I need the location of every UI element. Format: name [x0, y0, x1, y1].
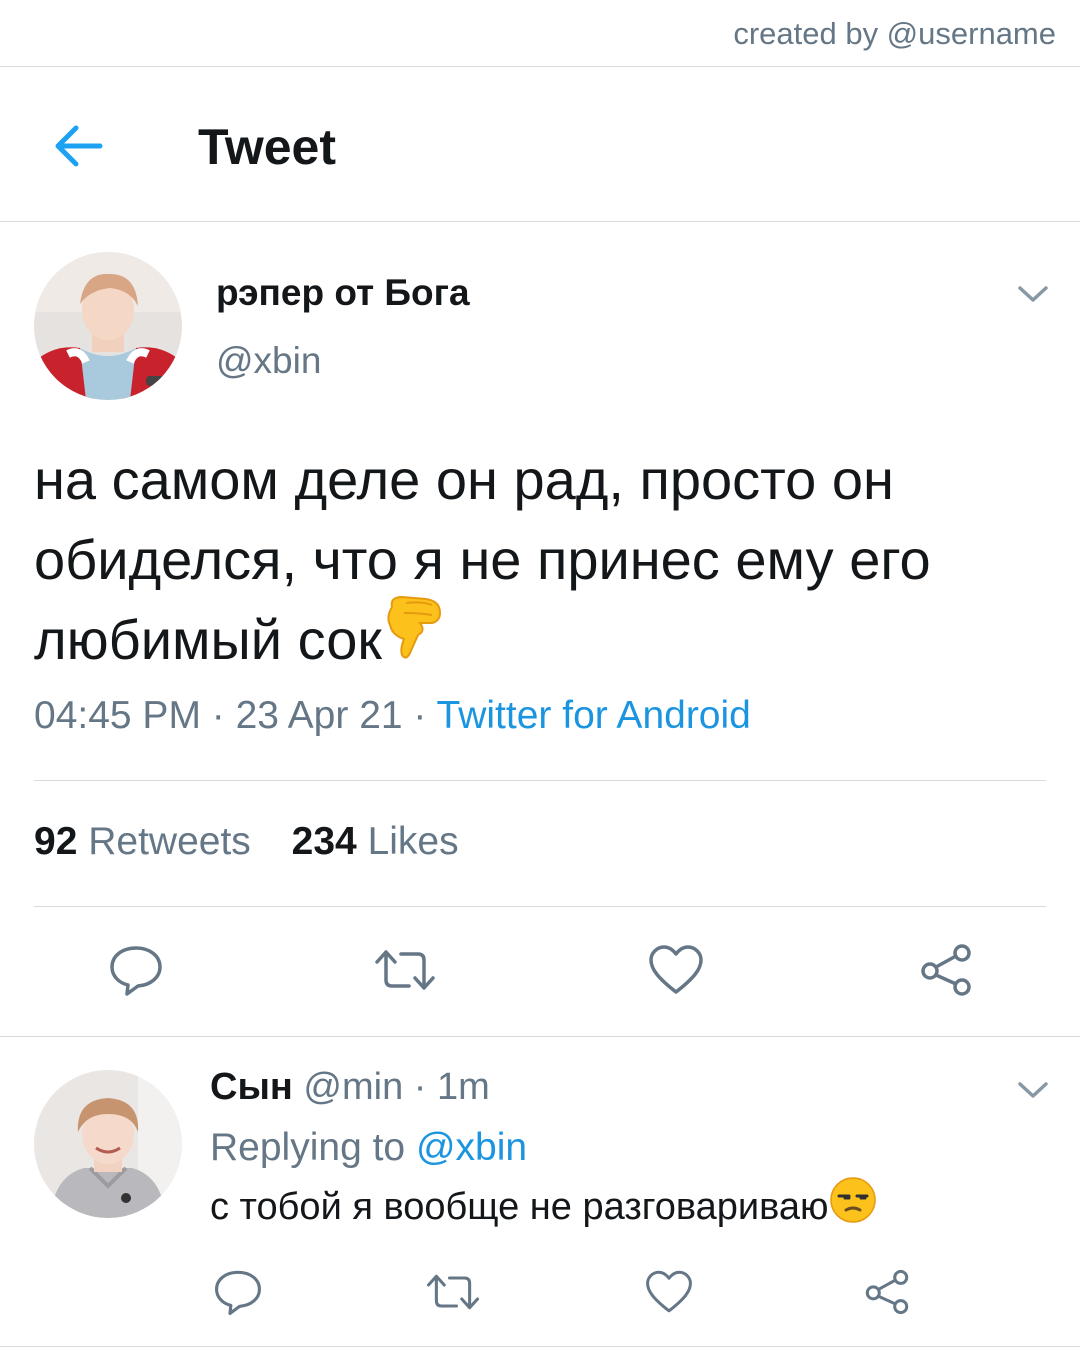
retweets-count: 92 [34, 820, 78, 863]
arrow-left-icon [55, 125, 103, 167]
top-app-bar: Tweet [0, 68, 1080, 222]
reply-text: с тобой я вообще не разговариваю [210, 1177, 877, 1234]
tweet-text-line-end: любимый сок [34, 608, 382, 671]
replying-to-label: Replying to [210, 1126, 406, 1169]
chevron-down-icon [1018, 286, 1048, 302]
divider [0, 1036, 1080, 1037]
tweet-stats: 92 Retweets 234 Likes [34, 820, 489, 864]
reply-reply-button[interactable] [210, 1266, 266, 1318]
retweet-icon [375, 950, 435, 990]
reply-header: Сын @min · 1m [210, 1066, 490, 1108]
reply-retweet-button[interactable] [424, 1266, 482, 1318]
credit-label: created by @username [733, 16, 1056, 51]
unamused-face-icon [829, 1177, 877, 1234]
tweet-text-line: обиделся, что я не принес ему его [34, 528, 931, 591]
divider [34, 780, 1046, 781]
retweets-label: Retweets [88, 820, 251, 863]
reply-share-button[interactable] [860, 1266, 914, 1318]
retweets-stat[interactable]: 92 Retweets [34, 820, 251, 864]
share-icon [865, 1269, 909, 1315]
back-button[interactable] [50, 120, 106, 172]
page-title: Tweet [198, 119, 336, 175]
tweet-time: 04:45 PM [34, 694, 201, 737]
likes-stat[interactable]: 234 Likes [292, 820, 459, 864]
replying-to: Replying to @xbin [210, 1126, 527, 1170]
tweet-text-line: любимый сок [34, 596, 1044, 684]
replying-to-link[interactable]: @xbin [416, 1126, 527, 1169]
share-button[interactable] [914, 940, 978, 1000]
like-icon [649, 945, 703, 994]
like-button[interactable] [644, 940, 708, 1000]
divider [34, 906, 1046, 907]
reply-options-button[interactable] [1016, 1078, 1050, 1102]
chevron-down-icon [1018, 1082, 1048, 1098]
reply-button[interactable] [104, 940, 168, 1000]
tweet-meta: 04:45 PM · 23 Apr 21 · Twitter for Andro… [34, 694, 751, 737]
tweet-date: 23 Apr 21 [235, 694, 403, 737]
reply-author-avatar[interactable] [34, 1070, 182, 1218]
author-name[interactable]: рэпер от Бога [216, 272, 470, 314]
divider [0, 66, 1080, 67]
author-avatar[interactable] [34, 252, 182, 400]
reply-like-button[interactable] [642, 1266, 696, 1318]
likes-count: 234 [291, 820, 357, 863]
like-icon [646, 1270, 692, 1313]
divider [0, 221, 1080, 222]
reply-author-name[interactable]: Сын [210, 1066, 293, 1108]
divider [0, 1346, 1080, 1347]
likes-label: Likes [367, 820, 459, 863]
backhand-pointing-down-icon [382, 596, 446, 684]
tweet-text: на самом деле он рад, просто он обиделся… [34, 440, 1044, 684]
share-icon [921, 944, 971, 996]
retweet-button[interactable] [372, 940, 438, 1000]
reply-time: 1m [437, 1066, 490, 1108]
author-handle[interactable]: @xbin [216, 340, 321, 382]
reply-icon [215, 1270, 261, 1315]
reply-author-handle[interactable]: @min [303, 1066, 403, 1108]
tweet-source-link[interactable]: Twitter for Android [437, 694, 751, 737]
reply-text-body: с тобой я вообще не разговариваю [210, 1186, 829, 1229]
tweet-options-button[interactable] [1016, 282, 1050, 306]
tweet-text-line: на самом деле он рад, просто он [34, 448, 894, 511]
reply-icon [110, 946, 162, 996]
retweet-icon [426, 1274, 480, 1310]
